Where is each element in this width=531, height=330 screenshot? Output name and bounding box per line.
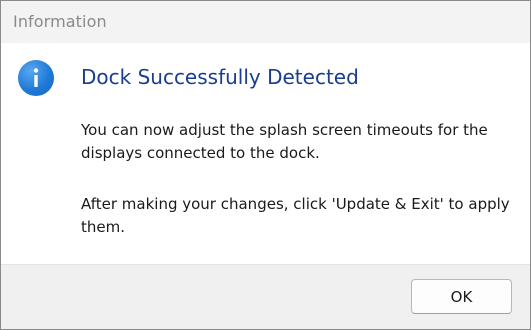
- window-title: Information: [13, 12, 107, 31]
- info-icon: [18, 60, 54, 96]
- information-dialog: Information Dock Successfully Detected Y…: [0, 0, 531, 330]
- dialog-heading: Dock Successfully Detected: [81, 65, 359, 89]
- dialog-instruction: After making your changes, click 'Update…: [81, 195, 510, 236]
- ok-button[interactable]: OK: [411, 279, 512, 314]
- dialog-message: You can now adjust the splash screen tim…: [81, 121, 488, 162]
- dialog-footer: OK: [1, 264, 530, 329]
- dialog-content: Dock Successfully Detected You can now a…: [1, 43, 530, 264]
- info-glyph: [33, 68, 39, 87]
- title-bar[interactable]: Information: [1, 1, 530, 43]
